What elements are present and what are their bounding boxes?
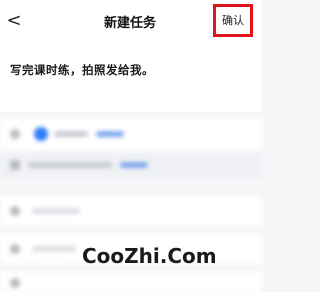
top-nav-bar: < 新建任务 确认 (0, 0, 262, 44)
hint-link[interactable] (120, 162, 148, 168)
reminder-icon (10, 244, 20, 254)
repeat-icon (10, 278, 20, 288)
clock-icon (10, 206, 20, 216)
person-icon (10, 129, 20, 139)
task-content-area[interactable]: 写完课时练，拍照发给我。 (0, 44, 262, 112)
task-text-input[interactable]: 写完课时练，拍照发给我。 (10, 62, 250, 78)
note-icon (10, 160, 20, 170)
option-row[interactable] (0, 272, 262, 292)
confirm-button[interactable]: 确认 (213, 4, 253, 37)
hint-text (28, 162, 112, 168)
option-label (32, 208, 80, 214)
watermark: CooZhi.Com (82, 244, 217, 268)
assignee-link[interactable] (96, 131, 124, 137)
avatar (34, 127, 48, 141)
hint-row (0, 152, 262, 178)
option-label (32, 246, 76, 252)
option-row[interactable] (0, 196, 262, 226)
back-icon[interactable]: < (4, 10, 24, 32)
assignee-name (54, 131, 88, 137)
page-title: 新建任务 (103, 16, 156, 31)
assignee-row[interactable] (0, 118, 262, 150)
